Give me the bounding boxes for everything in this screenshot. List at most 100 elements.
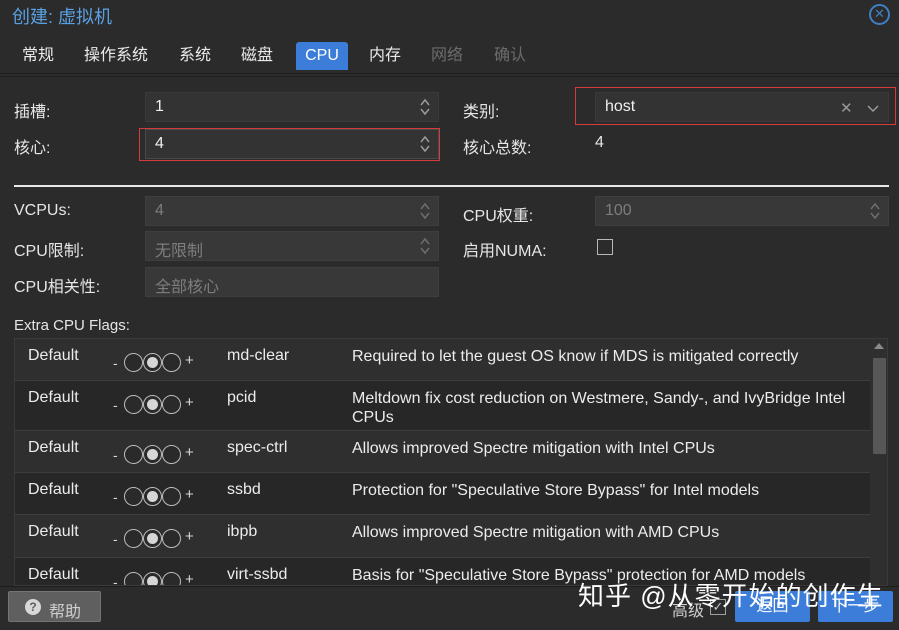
plus-icon: + bbox=[185, 444, 194, 461]
vcpus-label: VCPUs: bbox=[14, 202, 71, 219]
cores-label: 核心: bbox=[14, 140, 51, 157]
clear-icon[interactable]: ✕ bbox=[840, 99, 853, 117]
flag-description: Allows improved Spectre mitigation with … bbox=[352, 524, 720, 541]
sockets-field[interactable]: 1 bbox=[145, 92, 439, 122]
radio-default[interactable] bbox=[143, 529, 162, 548]
cpu-affinity-field[interactable]: 全部核心 bbox=[145, 267, 439, 297]
sockets-value: 1 bbox=[155, 98, 164, 115]
radio-default[interactable] bbox=[143, 487, 162, 506]
vcpus-field[interactable]: 4 bbox=[145, 196, 439, 226]
section-divider bbox=[14, 185, 889, 187]
cpu-limit-field[interactable]: 无限制 bbox=[145, 231, 439, 261]
flag-state: Default bbox=[28, 347, 79, 364]
flag-toggle[interactable]: - + bbox=[113, 526, 203, 548]
help-label: 帮助 bbox=[49, 604, 82, 621]
spinner-icon[interactable] bbox=[419, 236, 431, 256]
flag-state: Default bbox=[28, 389, 79, 406]
table-row: Default - + spec-ctrl Allows improved Sp… bbox=[15, 431, 870, 473]
tab-general[interactable]: 常规 bbox=[14, 42, 62, 70]
radio-on[interactable] bbox=[162, 353, 181, 372]
total-cores-value: 4 bbox=[595, 134, 604, 151]
minus-icon: - bbox=[113, 397, 118, 413]
flag-toggle[interactable]: - + bbox=[113, 569, 203, 586]
minus-icon: - bbox=[113, 489, 118, 505]
cpu-affinity-label: CPU相关性: bbox=[14, 279, 101, 296]
spinner-icon[interactable] bbox=[869, 201, 881, 221]
tab-cpu[interactable]: CPU bbox=[296, 42, 348, 70]
radio-off[interactable] bbox=[124, 572, 143, 585]
help-icon: ? bbox=[25, 599, 41, 615]
close-icon[interactable]: ✕ bbox=[869, 4, 890, 25]
tab-network: 网络 bbox=[431, 47, 464, 64]
radio-on[interactable] bbox=[162, 529, 181, 548]
cpu-units-label: CPU权重: bbox=[463, 208, 534, 225]
flag-toggle[interactable]: - + bbox=[113, 350, 203, 372]
flag-description: Allows improved Spectre mitigation with … bbox=[352, 440, 715, 457]
radio-default[interactable] bbox=[143, 395, 162, 414]
extra-flags-label: Extra CPU Flags: bbox=[14, 317, 130, 334]
help-button[interactable]: ? 帮助 bbox=[8, 591, 101, 622]
cpu-type-label: 类别: bbox=[463, 104, 500, 121]
tab-disk[interactable]: 磁盘 bbox=[233, 42, 281, 70]
radio-on[interactable] bbox=[162, 445, 181, 464]
window-titlebar: 创建: 虚拟机 ✕ bbox=[0, 0, 899, 36]
minus-icon: - bbox=[113, 531, 118, 547]
minus-icon: - bbox=[113, 447, 118, 463]
extra-flags-grid: Default - + md-clear Required to let the… bbox=[14, 338, 888, 586]
tab-system[interactable]: 系统 bbox=[171, 42, 219, 70]
radio-on[interactable] bbox=[162, 572, 181, 585]
numa-label: 启用NUMA: bbox=[463, 243, 547, 260]
chevron-down-icon[interactable] bbox=[867, 101, 879, 119]
plus-icon: + bbox=[185, 528, 194, 545]
radio-off[interactable] bbox=[124, 529, 143, 548]
grid-scrollbar[interactable] bbox=[871, 339, 887, 585]
flag-name: pcid bbox=[227, 389, 257, 406]
cores-field[interactable]: 4 bbox=[145, 129, 439, 159]
flag-toggle[interactable]: - + bbox=[113, 484, 203, 506]
flag-description: Protection for "Speculative Store Bypass… bbox=[352, 482, 760, 499]
numa-checkbox[interactable] bbox=[597, 239, 613, 255]
flag-name: virt-ssbd bbox=[227, 566, 288, 583]
scroll-up-icon[interactable] bbox=[874, 343, 884, 349]
flag-name: md-clear bbox=[227, 347, 290, 364]
cpu-type-select[interactable]: host ✕ bbox=[595, 92, 889, 122]
radio-on[interactable] bbox=[162, 395, 181, 414]
cpu-affinity-placeholder: 全部核心 bbox=[155, 279, 220, 296]
table-row: Default - + ibpb Allows improved Spectre… bbox=[15, 515, 870, 558]
minus-icon: - bbox=[113, 355, 118, 371]
tab-bar: 常规 操作系统 系统 磁盘 CPU 内存 网络 确认 bbox=[0, 40, 899, 74]
tab-os[interactable]: 操作系统 bbox=[76, 42, 156, 70]
radio-off[interactable] bbox=[124, 395, 143, 414]
radio-off[interactable] bbox=[124, 487, 143, 506]
radio-default[interactable] bbox=[143, 572, 162, 585]
plus-icon: + bbox=[185, 352, 194, 369]
spinner-icon[interactable] bbox=[419, 97, 431, 117]
radio-on[interactable] bbox=[162, 487, 181, 506]
flag-state: Default bbox=[28, 439, 79, 456]
minus-icon: - bbox=[113, 574, 118, 586]
flag-description: Required to let the guest OS know if MDS… bbox=[352, 348, 799, 365]
spinner-icon[interactable] bbox=[419, 201, 431, 221]
spinner-icon[interactable] bbox=[419, 134, 431, 154]
vcpus-value: 4 bbox=[155, 202, 164, 219]
cpu-limit-placeholder: 无限制 bbox=[155, 243, 204, 260]
flag-name: spec-ctrl bbox=[227, 439, 288, 456]
watermark-text: 知乎 @从零开始的创作生 bbox=[578, 581, 884, 611]
table-row: Default - + pcid Meltdown fix cost reduc… bbox=[15, 381, 870, 431]
cpu-units-field[interactable]: 100 bbox=[595, 196, 889, 226]
flag-state: Default bbox=[28, 566, 79, 583]
flag-toggle[interactable]: - + bbox=[113, 442, 203, 464]
cpu-limit-label: CPU限制: bbox=[14, 243, 85, 260]
sockets-label: 插槽: bbox=[14, 104, 51, 121]
flag-name: ibpb bbox=[227, 523, 258, 540]
flag-toggle[interactable]: - + bbox=[113, 392, 203, 414]
tab-memory[interactable]: 内存 bbox=[361, 42, 409, 70]
radio-default[interactable] bbox=[143, 445, 162, 464]
window-title: 创建: 虚拟机 bbox=[12, 7, 113, 27]
flag-state: Default bbox=[28, 481, 79, 498]
scroll-thumb[interactable] bbox=[873, 358, 886, 454]
radio-off[interactable] bbox=[124, 445, 143, 464]
radio-off[interactable] bbox=[124, 353, 143, 372]
table-row: Default - + ssbd Protection for "Specula… bbox=[15, 473, 870, 515]
radio-default[interactable] bbox=[143, 353, 162, 372]
